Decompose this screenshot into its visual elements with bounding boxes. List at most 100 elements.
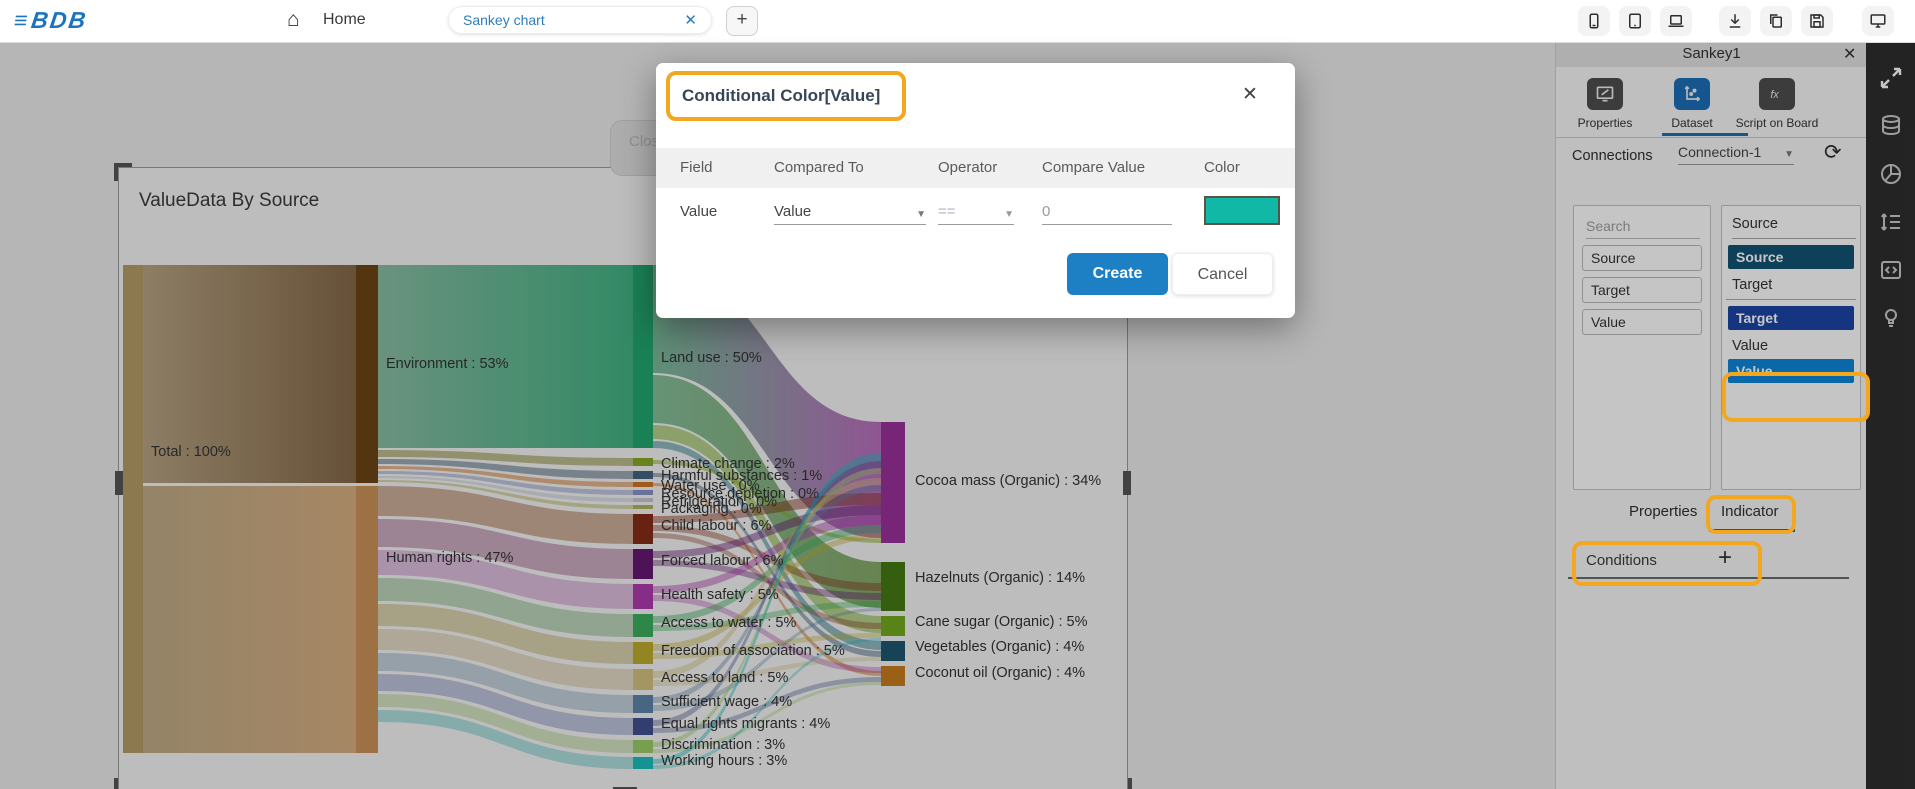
compared-to-select[interactable]: Value ▼ (774, 203, 926, 225)
sankey-node (633, 471, 653, 479)
new-tab-button[interactable]: + (726, 6, 758, 36)
properties-icon (1595, 84, 1615, 104)
panel-close-icon[interactable]: ✕ (1843, 44, 1856, 64)
sankey-node-label: Equal rights migrants : 4% (661, 716, 830, 732)
sankey-node-label: Discrimination : 3% (661, 737, 785, 753)
topbar-actions (1578, 6, 1894, 36)
active-tab-underline (1662, 133, 1748, 136)
mapping-chip-target[interactable]: Target (1728, 306, 1854, 330)
refresh-icon[interactable]: ⟳ (1824, 140, 1842, 165)
color-swatch[interactable] (1204, 196, 1280, 225)
sankey-node-label: Vegetables (Organic) : 4% (915, 639, 1084, 655)
selection-handle-right[interactable] (1123, 471, 1131, 495)
selection-corner-tl[interactable] (114, 163, 132, 181)
monitor-button[interactable] (1862, 6, 1894, 36)
sankey-node-label: Working hours : 3% (661, 753, 787, 769)
mapping-chip-source[interactable]: Source (1728, 245, 1854, 269)
sankey-node (633, 718, 653, 735)
download-icon (1726, 12, 1744, 30)
col-operator: Operator (938, 159, 997, 176)
line-height-icon[interactable] (1866, 198, 1915, 246)
selection-handle-left[interactable] (115, 471, 123, 495)
monitor-icon (1869, 12, 1887, 30)
laptop-button[interactable] (1660, 6, 1692, 36)
panel-tab-script-on-board[interactable]: fxScript on Board (1734, 78, 1820, 130)
bulb-icon[interactable] (1866, 294, 1915, 342)
sankey-node (633, 498, 653, 502)
tablet-button[interactable] (1619, 6, 1651, 36)
dashboard-tab[interactable]: Sankey chart ✕ (448, 6, 712, 34)
sankey-node-label: Forced labour : 6% (661, 553, 784, 569)
conditional-color-dialog: Conditional Color[Value] ✕ Field Compare… (656, 63, 1295, 318)
selection-corner-bl[interactable] (114, 778, 132, 789)
sankey-node-label: Cane sugar (Organic) : 5% (915, 614, 1088, 630)
sankey-node-label: Access to land : 5% (661, 670, 788, 686)
subtab-properties[interactable]: Properties (1629, 503, 1697, 520)
sankey-node-label: Total : 100% (151, 444, 231, 460)
home-label[interactable]: Home (323, 11, 366, 29)
sankey-link (143, 486, 356, 753)
field-item-value[interactable]: Value (1582, 309, 1702, 335)
copy-icon (1767, 12, 1785, 30)
database-icon[interactable] (1866, 102, 1915, 150)
sankey-node (356, 486, 378, 753)
download-button[interactable] (1719, 6, 1751, 36)
sankey-node (881, 616, 905, 636)
sankey-node-label: Human rights : 47% (386, 550, 513, 566)
operator-value: == (938, 203, 956, 220)
mapping-option-value[interactable]: Value (1732, 338, 1860, 354)
divider (1726, 299, 1856, 300)
sankey-node (633, 740, 653, 753)
mapping-option-target[interactable]: Target (1732, 277, 1860, 293)
bdb-logo: BDB (12, 7, 89, 34)
panel-tab-properties[interactable]: Properties (1562, 78, 1648, 130)
sankey-node-label: Coconut oil (Organic) : 4% (915, 665, 1085, 681)
field-item-target[interactable]: Target (1582, 277, 1702, 303)
mapping-box: Source Source Target Target Value Value (1721, 205, 1861, 490)
compare-value-text: 0 (1042, 203, 1050, 220)
panel-tab-dataset[interactable]: Dataset (1649, 78, 1735, 130)
pie-chart-icon[interactable] (1866, 150, 1915, 198)
code-icon[interactable] (1866, 246, 1915, 294)
connection-select[interactable]: Connection-1 ▼ (1678, 144, 1794, 165)
sankey-node-label: Land use : 50% (661, 350, 762, 366)
cancel-button[interactable]: Cancel (1172, 253, 1273, 295)
sankey-node (633, 757, 653, 769)
sankey-node (881, 562, 905, 611)
save-button[interactable] (1801, 6, 1833, 36)
connections-label: Connections (1572, 148, 1653, 164)
sankey-node (881, 641, 905, 661)
compare-value-input[interactable]: 0 (1042, 203, 1172, 225)
sankey-node (633, 549, 653, 579)
tablet-icon (1626, 12, 1644, 30)
dashboard-tab-label: Sankey chart (463, 12, 684, 28)
home-icon[interactable]: ⌂ (287, 8, 300, 32)
search-input[interactable]: Search (1586, 218, 1700, 239)
field-item-source[interactable]: Source (1582, 245, 1702, 271)
tab-close-icon[interactable]: ✕ (684, 11, 697, 29)
mapping-chip-value[interactable]: Value (1728, 359, 1854, 383)
sankey-chart: Total : 100%Environment : 53%Human right… (123, 253, 1123, 788)
sankey-node-label: Child labour : 6% (661, 518, 772, 534)
sankey-node-label: Packaging : 0% (661, 501, 762, 517)
dialog-title: Conditional Color[Value] (682, 86, 880, 106)
sankey-node (633, 514, 653, 544)
conditions-label: Conditions (1586, 552, 1657, 569)
sankey-node-label: Sufficient wage : 4% (661, 694, 792, 710)
create-button[interactable]: Create (1067, 253, 1168, 295)
mapping-header-source: Source (1732, 216, 1856, 239)
dialog-close-icon[interactable]: ✕ (1242, 83, 1258, 106)
fields-list-box: Search Source Target Value (1573, 205, 1711, 490)
sankey-node (881, 422, 905, 543)
copy-button[interactable] (1760, 6, 1792, 36)
subtab-indicator[interactable]: Indicator (1721, 503, 1779, 520)
sankey-node-label: Hazelnuts (Organic) : 14% (915, 570, 1085, 586)
col-color: Color (1204, 159, 1240, 176)
connection-select-value: Connection-1 (1678, 144, 1761, 160)
phone-button[interactable] (1578, 6, 1610, 36)
expand-icon[interactable] (1866, 54, 1915, 102)
settings-panel: Sankey1 ✕ PropertiesDatasetfxScript on B… (1555, 40, 1866, 789)
selection-corner-br[interactable] (1114, 778, 1132, 789)
add-condition-button[interactable]: + (1718, 544, 1732, 572)
operator-select[interactable]: == ▼ (938, 203, 1014, 225)
